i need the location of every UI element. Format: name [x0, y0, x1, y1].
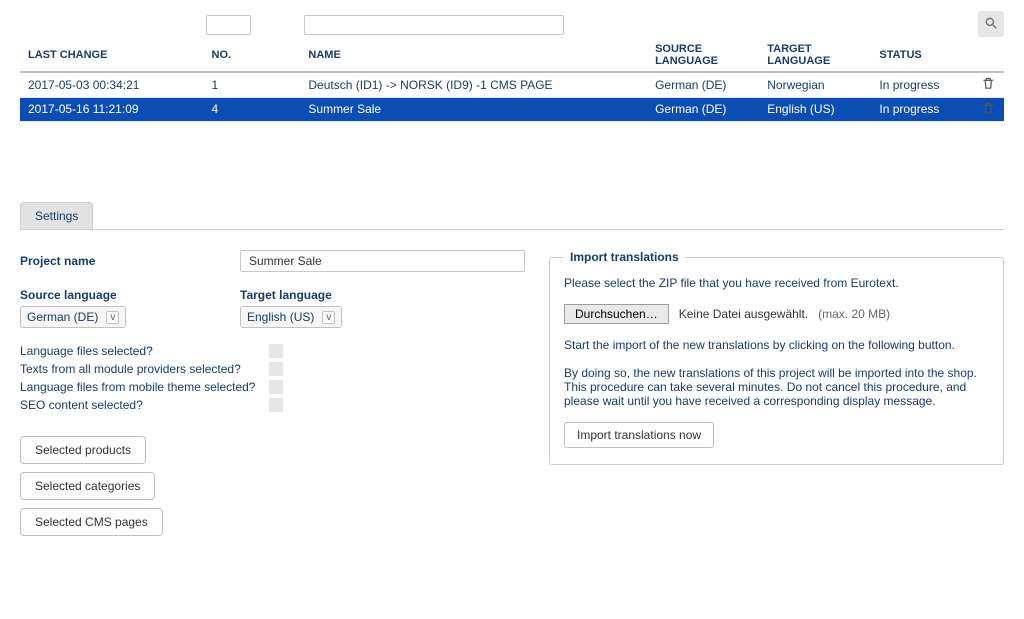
trash-icon[interactable]: [981, 104, 996, 118]
chevron-down-icon: v: [106, 311, 119, 324]
cell-src: German (DE): [647, 72, 759, 97]
cell-tgt: Norwegian: [759, 72, 871, 97]
col-name[interactable]: NAME: [300, 39, 647, 72]
import-legend: Import translations: [564, 250, 685, 264]
col-source-language[interactable]: SOURCE LANGUAGE: [647, 39, 759, 72]
cell-name: Deutsch (ID1) -> NORSK (ID9) -1 CMS PAGE: [300, 72, 647, 97]
project-name-input[interactable]: [240, 250, 525, 272]
module-texts-checkbox[interactable]: [269, 362, 283, 376]
file-status: Keine Datei ausgewählt.: [679, 307, 808, 321]
cell-lastchange: 2017-05-03 00:34:21: [20, 72, 204, 97]
target-language-select[interactable]: English (US) v: [240, 306, 342, 328]
chevron-down-icon: v: [322, 311, 335, 324]
table-row[interactable]: 2017-05-16 11:21:09 4 Summer Sale German…: [20, 97, 1004, 122]
import-now-button[interactable]: Import translations now: [564, 422, 714, 448]
cell-no: 4: [204, 97, 301, 122]
tab-settings[interactable]: Settings: [20, 202, 93, 229]
mobile-theme-label: Language files from mobile theme selecte…: [20, 380, 269, 394]
target-language-value: English (US): [247, 310, 322, 324]
cell-lastchange: 2017-05-16 11:21:09: [20, 97, 204, 122]
filter-name-input[interactable]: [304, 15, 564, 35]
cell-status: In progress: [871, 97, 973, 122]
browse-file-button[interactable]: Durchsuchen…: [564, 304, 669, 324]
col-lastchange[interactable]: LAST CHANGE: [20, 39, 204, 72]
module-texts-label: Texts from all module providers selected…: [20, 362, 269, 376]
source-language-value: German (DE): [27, 310, 106, 324]
cell-name: Summer Sale: [300, 97, 647, 122]
import-start-hint: Start the import of the new translations…: [564, 338, 989, 352]
selected-cms-pages-button[interactable]: Selected CMS pages: [20, 508, 163, 536]
cell-src: German (DE): [647, 97, 759, 122]
search-button[interactable]: [978, 11, 1004, 37]
search-icon: [984, 16, 998, 33]
table-row[interactable]: 2017-05-03 00:34:21 1 Deutsch (ID1) -> N…: [20, 72, 1004, 97]
source-language-label: Source language: [20, 288, 240, 302]
trash-icon[interactable]: [981, 80, 996, 94]
import-intro: Please select the ZIP file that you have…: [564, 276, 989, 290]
seo-checkbox[interactable]: [269, 398, 283, 412]
col-actions: [973, 39, 1004, 72]
projects-table: LAST CHANGE NO. NAME SOURCE LANGUAGE TAR…: [20, 39, 1004, 122]
file-hint: (max. 20 MB): [818, 307, 890, 321]
lang-files-checkbox[interactable]: [269, 344, 283, 358]
cell-no: 1: [204, 72, 301, 97]
source-language-select[interactable]: German (DE) v: [20, 306, 126, 328]
mobile-theme-checkbox[interactable]: [269, 380, 283, 394]
filter-no-input[interactable]: [206, 15, 251, 35]
import-warning-1: By doing so, the new translations of thi…: [564, 366, 989, 380]
cell-tgt: English (US): [759, 97, 871, 122]
project-name-label: Project name: [20, 254, 240, 268]
import-warning-2: This procedure can take several minutes.…: [564, 380, 989, 408]
col-status[interactable]: STATUS: [871, 39, 973, 72]
col-no[interactable]: NO.: [204, 39, 301, 72]
import-fieldset: Import translations Please select the ZI…: [549, 250, 1004, 465]
selected-categories-button[interactable]: Selected categories: [20, 472, 155, 500]
cell-status: In progress: [871, 72, 973, 97]
selected-products-button[interactable]: Selected products: [20, 436, 146, 464]
lang-files-label: Language files selected?: [20, 344, 269, 358]
target-language-label: Target language: [240, 288, 460, 302]
col-target-language[interactable]: TARGET LANGUAGE: [759, 39, 871, 72]
seo-label: SEO content selected?: [20, 398, 269, 412]
